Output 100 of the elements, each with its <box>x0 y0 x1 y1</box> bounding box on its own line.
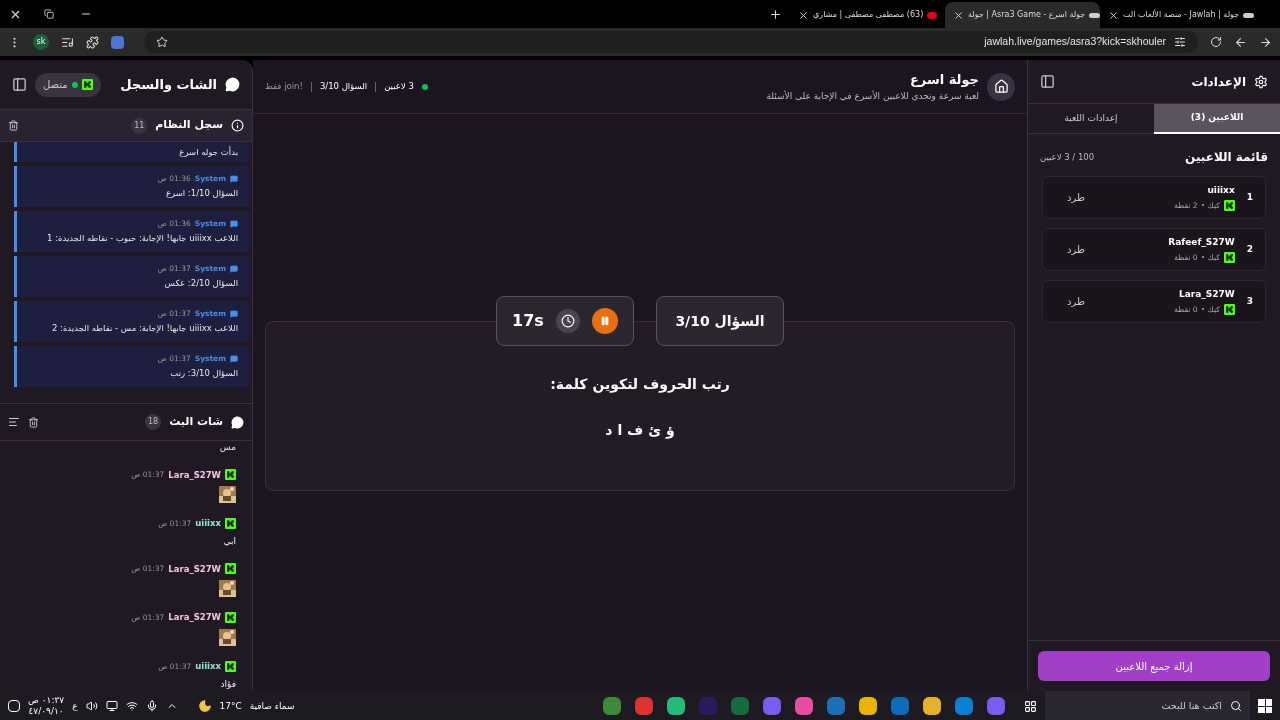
language-indicator[interactable]: ع <box>72 699 78 713</box>
kick-logo-icon <box>1223 199 1235 211</box>
settings-tab[interactable]: إعدادات اللعبة <box>1028 104 1154 134</box>
player-rank: 1 <box>1246 190 1253 204</box>
clock-time: ٠١:٣٧ ص <box>28 695 65 707</box>
collapse-icon[interactable] <box>1040 74 1055 89</box>
player-rank: 3 <box>1246 294 1253 308</box>
question-count: السؤال 3/10 <box>319 80 368 93</box>
kick-button[interactable]: طرد <box>1067 242 1085 257</box>
settings-icon <box>1254 74 1268 89</box>
app-icon[interactable] <box>635 697 653 716</box>
reload-icon[interactable] <box>1210 36 1222 48</box>
app-icon[interactable] <box>667 697 685 716</box>
align-icon[interactable] <box>8 416 20 428</box>
search-icon <box>1230 700 1242 713</box>
volume-icon[interactable] <box>85 700 98 713</box>
home-button[interactable] <box>987 72 1015 101</box>
kick-button[interactable]: طرد <box>1067 294 1085 309</box>
timer-text: 17s <box>512 310 544 332</box>
player-count: 3 لاعبين <box>384 80 414 93</box>
browser-tab[interactable]: جولة اسرع - Asra3 Game | جولة <box>945 2 1100 28</box>
tab-title: (63) مصطفى مصطفى | مشاري <box>813 9 924 21</box>
chat-icon <box>225 77 240 92</box>
start-icon[interactable] <box>1258 699 1272 714</box>
profile-avatar[interactable]: sk <box>33 34 49 50</box>
forward-icon[interactable] <box>1234 35 1247 49</box>
close-icon[interactable] <box>1108 9 1119 21</box>
kick-logo-icon <box>225 660 236 672</box>
section-title: سجل النظام <box>155 117 223 134</box>
app-icon[interactable] <box>955 697 973 716</box>
player-rank: 2 <box>1246 242 1253 256</box>
collapse-icon[interactable] <box>12 77 27 92</box>
log-text: السؤال 1/10: اسرع <box>164 187 238 200</box>
log-text: السؤال 2/10: عكس <box>163 277 238 290</box>
app-icon[interactable] <box>987 697 1005 716</box>
delete-icon[interactable] <box>28 416 39 428</box>
player-name: Rafeef_S27W <box>1168 236 1235 250</box>
settings-tab[interactable]: اللاعبين (3) <box>1154 104 1280 134</box>
app-icon[interactable] <box>795 697 813 716</box>
app-icon[interactable] <box>603 697 621 716</box>
search-field[interactable]: اكتب هنا للبحث <box>1045 691 1250 720</box>
translate-icon[interactable] <box>111 35 124 49</box>
question-label: السؤال 3/10 <box>675 311 765 332</box>
bookmark-icon[interactable] <box>156 36 168 48</box>
restore-icon[interactable] <box>44 9 54 19</box>
app-icon[interactable] <box>859 697 877 716</box>
temperature: 17°C <box>219 699 242 713</box>
list-title: قائمة اللاعبين <box>1185 149 1268 166</box>
system-icon <box>230 264 238 273</box>
notification-icon[interactable] <box>8 700 20 713</box>
section-title: شات البث <box>169 413 223 430</box>
info-icon <box>231 119 244 132</box>
display-icon[interactable] <box>105 700 118 713</box>
scrambled-letters: ؤ ئ ف ا د <box>605 421 675 441</box>
tab-title: جولة | Jawlah - منصة الألعاب الت <box>1123 9 1240 21</box>
kick-logo-icon <box>225 518 236 530</box>
pause-button[interactable] <box>591 308 618 334</box>
log-text: بدأت جوله اسرع <box>178 145 238 159</box>
kick-logo-icon <box>225 469 236 481</box>
log-text: اللاعب uiiixx جابها! الإجابة: حبوب - نقاطه الجديدة: 1 <box>46 232 238 245</box>
playlist-icon[interactable] <box>61 35 74 49</box>
microphone-icon[interactable] <box>145 700 158 713</box>
extensions-icon[interactable] <box>86 35 99 49</box>
tab-title: جولة اسرع - Asra3 Game | جولة <box>968 9 1086 21</box>
username: uiiixx <box>195 517 221 530</box>
app-icon[interactable] <box>763 697 781 716</box>
count-badge: 18 <box>145 414 162 430</box>
username: uiiixx <box>195 660 221 673</box>
back-icon[interactable] <box>1259 35 1272 49</box>
site-icon <box>1089 12 1101 18</box>
system-icon <box>230 174 238 183</box>
site-settings-icon[interactable] <box>1174 36 1186 48</box>
browser-tab[interactable]: (63) مصطفى مصطفى | مشاري <box>790 2 945 28</box>
game-subtitle: لعبة سرعة وتحدي للاعبين الأسرع في الإجابة على الأسئلة <box>766 89 979 103</box>
home-icon <box>993 79 1009 94</box>
chat-message: مس <box>218 441 236 454</box>
count-badge: 11 <box>131 117 148 134</box>
question-prompt: رتب الحروف لتكوين كلمة: <box>550 375 730 395</box>
kick-button[interactable]: طرد <box>1067 190 1085 205</box>
system-icon <box>230 309 238 318</box>
join-hint: !join فقط <box>265 80 303 93</box>
task-view-icon[interactable] <box>1024 699 1037 713</box>
player-name: uiiixx <box>1206 184 1235 198</box>
username: Lara_S27W <box>168 611 221 624</box>
username: Lara_S27W <box>168 468 221 482</box>
kick-logo-icon <box>1223 303 1235 315</box>
remove-all-button[interactable]: إزالة جميع اللاعبين <box>1038 651 1270 682</box>
browser-tab[interactable]: جولة | Jawlah - منصة الألعاب الت <box>1100 2 1255 28</box>
weather-text: سماء صافية <box>249 699 295 713</box>
new-tab-icon[interactable] <box>769 7 782 21</box>
kick-logo-icon <box>81 79 93 90</box>
system-icon <box>230 219 238 228</box>
close-icon[interactable] <box>798 9 809 21</box>
url-field[interactable]: jawlah.live/games/asra3?kick=skhouler <box>984 34 1166 50</box>
kick-logo-icon <box>225 563 236 575</box>
app-icon[interactable] <box>923 697 941 716</box>
log-text: السؤال 3/10: رتب <box>169 367 238 380</box>
delete-icon[interactable] <box>8 120 19 131</box>
close-icon[interactable] <box>953 9 964 21</box>
status-text: متصل <box>43 78 68 92</box>
